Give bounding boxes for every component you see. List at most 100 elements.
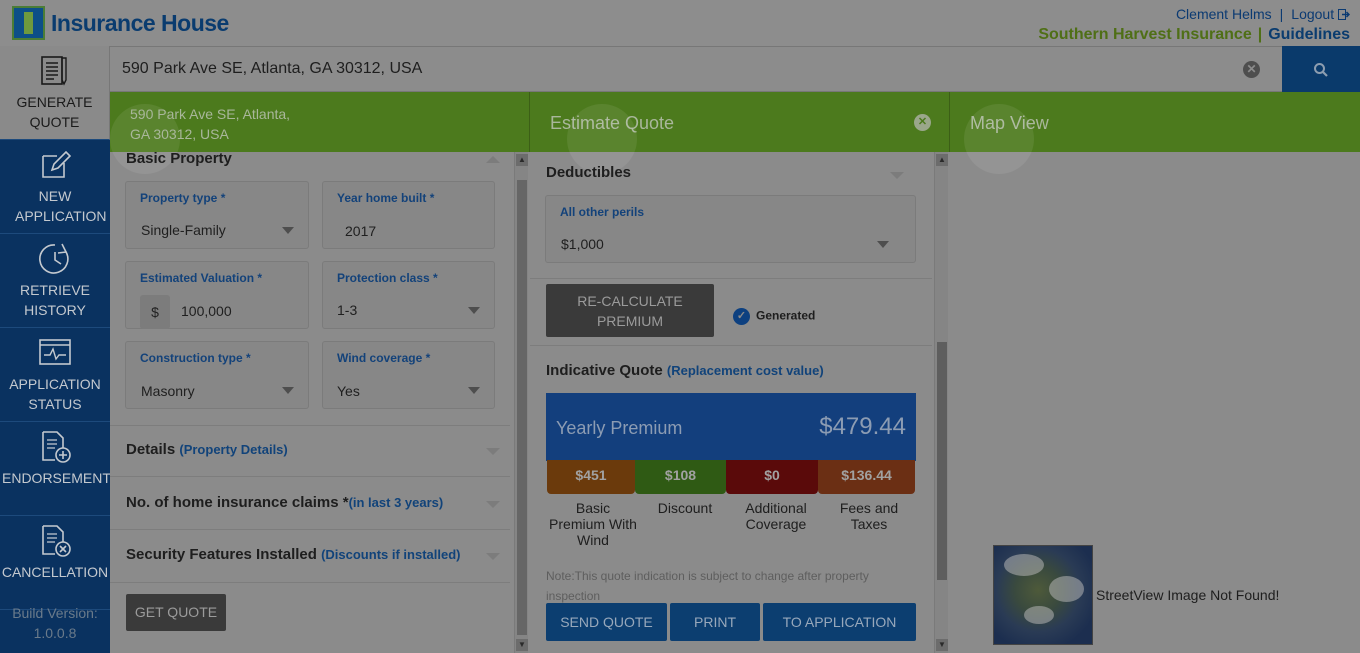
guidelines-link[interactable]: Guidelines [1268,26,1350,43]
construction-type-select[interactable]: Construction type * Masonry [125,341,309,409]
sidebar-item-label: APPLICATION STATUS [9,376,101,412]
streetview-message: StreetView Image Not Found! [1096,587,1280,603]
section-title: Indicative Quote [546,362,663,379]
breakdown-label: Discount [635,500,735,516]
protection-class-select[interactable]: Protection class * 1-3 [322,261,495,329]
section-title: No. of home insurance claims * [126,494,349,511]
chevron-down-icon[interactable] [486,553,500,560]
sidebar-item-retrieve-history[interactable]: RETRIEVE HISTORY [0,234,110,328]
sidebar-item-endorsement[interactable]: ENDORSEMENT [0,422,111,516]
chevron-down-icon [282,227,294,234]
history-icon [39,243,69,274]
build-version: Build Version: 1.0.0.8 [0,603,110,643]
ripple-effect [964,104,1034,174]
scroll-down-icon[interactable]: ▼ [936,639,948,651]
sidebar-item-application-status[interactable]: APPLICATION STATUS [0,328,110,422]
cloud-shape [1049,576,1084,602]
sidebar-item-generate-quote[interactable]: GENERATE QUOTE [0,46,110,140]
get-quote-button[interactable]: GET QUOTE [126,594,226,631]
map-view-panel: Map View StreetView Image Not Found! [950,92,1360,653]
cloud-shape [1004,554,1044,576]
discount-amount: $108 [635,460,726,494]
all-other-perils-select[interactable]: All other perils $1,000 [545,195,916,263]
search-button[interactable] [1282,46,1360,92]
field-value: $1,000 [561,236,604,252]
sidebar-item-label: NEW APPLICATION [15,188,107,224]
user-name-link[interactable]: Clement Helms [1176,6,1272,22]
logo-mark-icon [12,6,45,40]
section-subtitle: (Replacement cost value) [666,363,824,378]
chevron-up-icon[interactable] [486,156,500,163]
scroll-down-icon[interactable]: ▼ [516,639,528,651]
quote-scrollbar[interactable]: ▲ ▼ [934,152,948,653]
wind-coverage-select[interactable]: Wind coverage * Yes [322,341,495,409]
to-application-button[interactable]: TO APPLICATION [763,603,916,641]
estimated-valuation-field[interactable]: Estimated Valuation * $ 100,000 [125,261,309,329]
print-button[interactable]: PRINT [670,603,760,641]
logout-link[interactable]: Logout [1291,6,1334,22]
field-label: Wind coverage * [337,351,431,365]
edit-icon [42,150,72,178]
chevron-down-icon[interactable] [890,172,904,179]
year-built-field[interactable]: Year home built * 2017 [322,181,495,249]
property-type-select[interactable]: Property type * Single-Family [125,181,309,249]
yearly-premium-box: Yearly Premium $479.44 [546,393,916,461]
divider [110,529,510,530]
basic-property-title[interactable]: Basic Property [126,150,232,167]
property-scrollbar[interactable]: ▲ ▼ [514,152,528,653]
divider [110,582,510,583]
clear-search-icon[interactable]: ✕ [1243,61,1260,78]
section-subtitle: (Property Details) [179,442,288,457]
divider [530,278,932,279]
claims-section[interactable]: No. of home insurance claims *(in last 3… [126,494,443,511]
build-label: Build Version: [12,605,98,621]
sidebar-item-new-application[interactable]: NEW APPLICATION [0,140,110,234]
divider [110,476,510,477]
breakdown-label: Basic Premium With Wind [541,500,645,548]
top-header: Insurance House Clement Helms | Logout Sou… [0,0,1360,46]
chevron-down-icon[interactable] [486,448,500,455]
chevron-down-icon [877,241,889,248]
scroll-thumb[interactable] [937,342,947,580]
field-label: Year home built * [337,191,435,205]
label-line: Premium With [549,516,637,532]
sidebar-item-label: ENDORSEMENT [2,470,111,486]
chevron-down-icon[interactable] [486,501,500,508]
satellite-map-thumbnail[interactable] [993,545,1093,645]
estimate-quote-header: Estimate Quote ✕ [530,92,950,174]
field-label: Property type * [140,191,226,205]
breakdown-label: Additional Coverage [726,500,826,532]
recalculate-premium-button[interactable]: RE-CALCULATE PREMIUM [546,284,714,337]
document-pen-icon [40,56,67,86]
chevron-down-icon [468,387,480,394]
sidebar-item-label: RETRIEVE HISTORY [19,282,90,318]
details-section[interactable]: Details (Property Details) [126,441,288,458]
send-quote-button[interactable]: SEND QUOTE [546,603,667,641]
property-panel: 590 Park Ave SE, Atlanta, GA 30312, USA … [110,92,530,653]
scroll-up-icon[interactable]: ▲ [936,154,948,166]
generated-status: ✓ Generated [733,308,815,325]
divider [530,345,932,346]
basic-premium-amount: $451 [547,460,635,494]
section-title: Details [126,441,176,458]
user-links: Clement Helms | Logout [1176,6,1351,22]
company-links: Southern Harvest Insurance | Guidelines [1038,26,1350,43]
label-line: Basic [575,500,611,516]
company-link[interactable]: Southern Harvest Insurance [1038,26,1251,43]
button-label-line: RE-CALCULATE [577,293,683,309]
address-search-input[interactable] [122,60,1222,78]
field-value: Masonry [141,383,195,399]
sidebar-item-label: CANCELLATION [1,564,109,580]
deductibles-title[interactable]: Deductibles [546,164,631,181]
scroll-thumb[interactable] [517,180,527,635]
logout-icon[interactable] [1338,9,1351,20]
yearly-premium-label: Yearly Premium [556,418,683,438]
chevron-down-icon [468,307,480,314]
scroll-up-icon[interactable]: ▲ [516,154,528,166]
close-icon[interactable]: ✕ [914,114,931,131]
status-monitor-icon [39,339,71,365]
security-section[interactable]: Security Features Installed (Discounts i… [126,546,460,563]
sidebar-item-cancellation[interactable]: CANCELLATION [0,516,110,610]
label-line: Discount [657,500,713,516]
logo[interactable]: Insurance House [12,6,229,40]
